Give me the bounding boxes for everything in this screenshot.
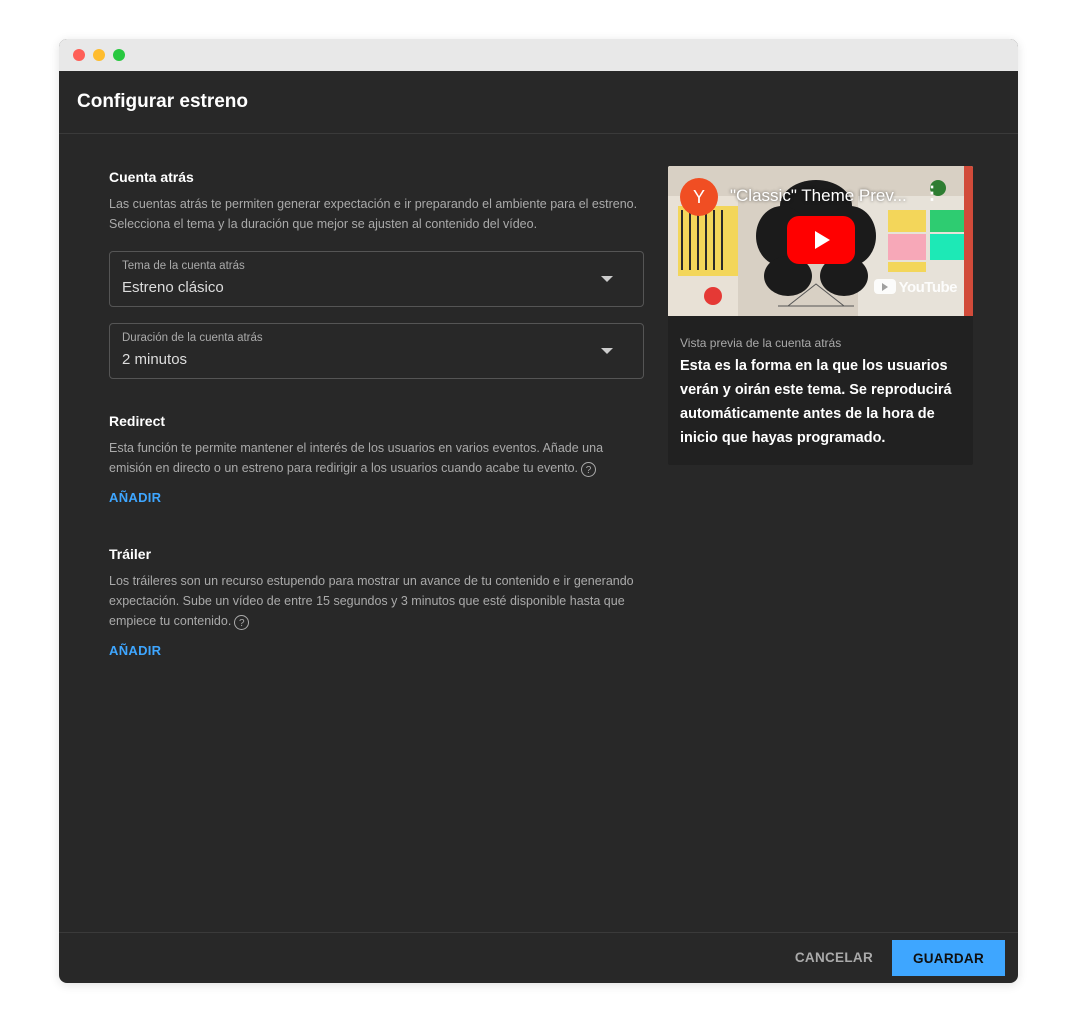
countdown-duration-label: Duración de la cuenta atrás (122, 332, 263, 344)
preview-label: Vista previa de la cuenta atrás (680, 336, 842, 350)
kebab-icon[interactable]: ⋮ (923, 184, 941, 202)
dialog-header: Configurar estreno (59, 71, 1018, 134)
close-window-button[interactable] (73, 49, 85, 61)
minimize-window-button[interactable] (93, 49, 105, 61)
video-thumbnail[interactable]: Y "Classic" Theme Prev... ⋮ YouTube (668, 166, 973, 316)
help-icon[interactable]: ? (234, 615, 250, 630)
preview-description: Esta es la forma en la que los usuarios … (680, 358, 952, 446)
settings-column: Cuenta atrás Las cuentas atrás te permit… (109, 169, 644, 660)
countdown-duration-select[interactable]: Duración de la cuenta atrás 2 minutos (109, 323, 644, 379)
trailer-description-text: Los tráileres son un recurso estupendo p… (109, 574, 634, 628)
countdown-duration-value: 2 minutos (122, 351, 188, 368)
countdown-description: Las cuentas atrás te permiten generar ex… (109, 197, 638, 231)
countdown-theme-select[interactable]: Tema de la cuenta atrás Estreno clásico (109, 251, 644, 307)
redirect-description-text: Esta función te permite mantener el inte… (109, 441, 604, 475)
video-title[interactable]: "Classic" Theme Prev... (730, 186, 907, 206)
countdown-theme-value: Estreno clásico (122, 279, 224, 296)
trailer-add-button[interactable]: AÑADIR (109, 643, 161, 658)
play-icon[interactable] (787, 216, 855, 264)
dialog-footer: CANCELAR GUARDAR (59, 932, 1018, 983)
redirect-description: Esta función te permite mantener el inte… (109, 438, 644, 478)
dialog-title: Configurar estreno (77, 91, 249, 112)
countdown-preview-card: Y "Classic" Theme Prev... ⋮ YouTube Vist… (668, 166, 973, 465)
redirect-add-button[interactable]: AÑADIR (109, 490, 161, 505)
chevron-down-icon (601, 348, 613, 354)
redirect-title: Redirect (109, 413, 166, 429)
trailer-title: Tráiler (109, 546, 152, 562)
help-icon[interactable]: ? (581, 462, 597, 477)
countdown-theme-label: Tema de la cuenta atrás (122, 260, 245, 272)
app-window: Configurar estreno Cuenta atrás Las cuen… (59, 39, 1018, 983)
save-button[interactable]: GUARDAR (892, 940, 1005, 976)
trailer-description: Los tráileres son un recurso estupendo p… (109, 571, 644, 631)
chevron-down-icon (601, 276, 613, 282)
youtube-logo-icon (873, 279, 896, 294)
window-titlebar (59, 39, 1018, 71)
countdown-title: Cuenta atrás (109, 169, 194, 185)
cancel-button[interactable]: CANCELAR (795, 950, 873, 965)
maximize-window-button[interactable] (113, 49, 125, 61)
channel-avatar[interactable]: Y (680, 178, 718, 216)
youtube-watermark: YouTube (898, 279, 958, 296)
youtube-logo[interactable]: YouTube (873, 279, 958, 296)
